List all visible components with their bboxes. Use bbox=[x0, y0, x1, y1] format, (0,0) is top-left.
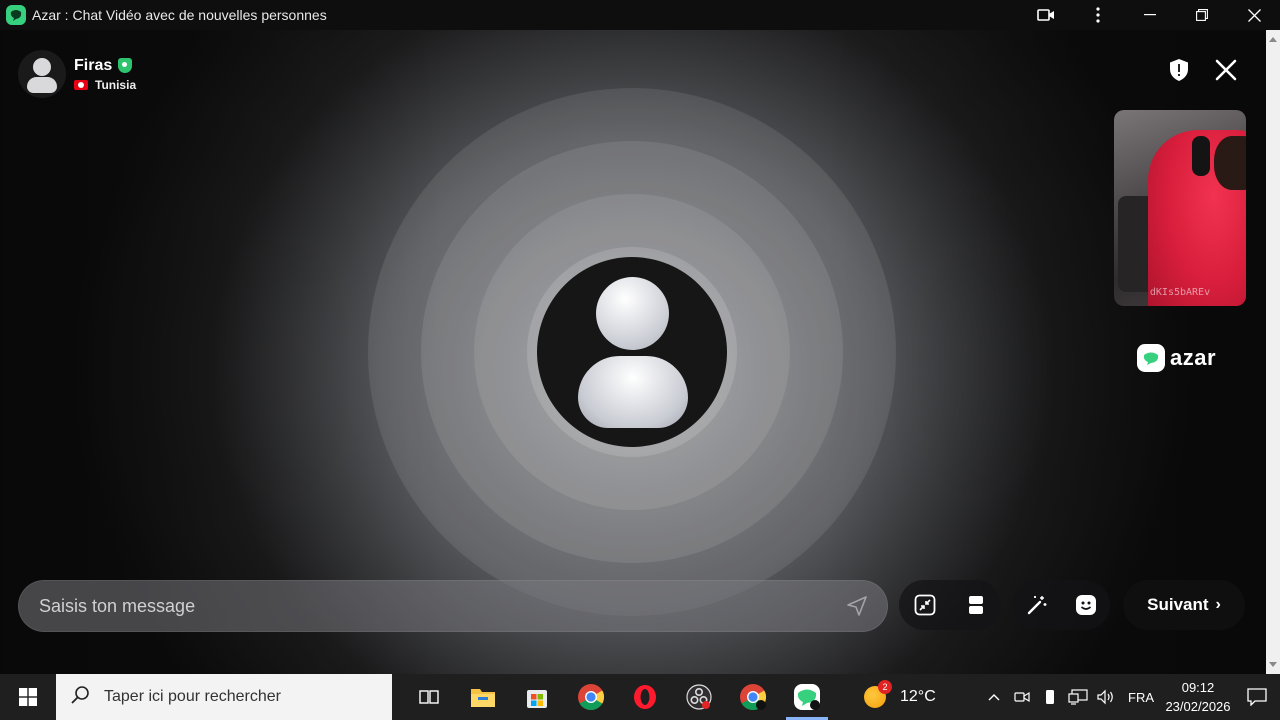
weather-widget[interactable]: 2 12°C bbox=[864, 680, 936, 708]
clock[interactable]: 09:12 23/02/2026 bbox=[1162, 674, 1234, 720]
minimize-button[interactable] bbox=[1124, 0, 1176, 30]
windows-taskbar: Taper ici pour rechercher 2 12°C FRA 09:… bbox=[0, 674, 1280, 720]
layout-split-icon[interactable] bbox=[956, 585, 996, 625]
opera-icon[interactable] bbox=[618, 674, 672, 720]
azar-app-icon bbox=[6, 5, 26, 25]
volume-icon[interactable] bbox=[1092, 674, 1120, 720]
start-button[interactable] bbox=[0, 674, 56, 720]
self-camera-preview[interactable]: dKIs5bAREv bbox=[1114, 110, 1246, 306]
close-call-button[interactable] bbox=[1214, 58, 1238, 87]
window-title: Azar : Chat Vidéo avec de nouvelles pers… bbox=[32, 7, 327, 23]
azar-logo-icon bbox=[1137, 344, 1165, 372]
report-shield-button[interactable] bbox=[1168, 58, 1190, 87]
effects-controls bbox=[1012, 580, 1110, 630]
message-composer bbox=[18, 580, 888, 632]
peer-country: Tunisia bbox=[95, 77, 137, 92]
task-view-icon[interactable] bbox=[402, 674, 456, 720]
chevron-right-icon: › bbox=[1215, 596, 1221, 613]
clock-date: 23/02/2026 bbox=[1165, 699, 1231, 714]
more-options-icon[interactable] bbox=[1072, 0, 1124, 30]
sun-icon: 2 bbox=[864, 680, 892, 708]
peer-placeholder-avatar bbox=[537, 257, 727, 447]
chrome-profile-icon[interactable] bbox=[726, 674, 780, 720]
scroll-up-icon[interactable] bbox=[1269, 37, 1277, 42]
minimize-view-icon[interactable] bbox=[905, 585, 945, 625]
next-button-label: Suivant bbox=[1147, 595, 1209, 614]
notification-icon[interactable] bbox=[1234, 674, 1280, 720]
window-titlebar: Azar : Chat Vidéo avec de nouvelles pers… bbox=[0, 0, 1280, 30]
system-tray: FRA 09:12 23/02/2026 bbox=[980, 674, 1280, 720]
language-indicator[interactable]: FRA bbox=[1120, 674, 1162, 720]
emoji-icon[interactable] bbox=[1066, 585, 1106, 625]
clock-time: 09:12 bbox=[1181, 680, 1215, 695]
meet-now-icon[interactable] bbox=[1008, 674, 1036, 720]
restore-button[interactable] bbox=[1176, 0, 1228, 30]
search-placeholder: Taper ici pour rechercher bbox=[104, 688, 281, 705]
tunisia-flag-icon bbox=[74, 79, 88, 90]
weather-badge: 2 bbox=[878, 680, 892, 694]
device-icon[interactable] bbox=[1036, 674, 1064, 720]
view-controls bbox=[899, 580, 1001, 630]
brand-wordmark: azar bbox=[1170, 345, 1217, 370]
message-input[interactable] bbox=[19, 581, 837, 631]
microsoft-store-icon[interactable] bbox=[510, 674, 564, 720]
verified-shield-icon bbox=[118, 58, 133, 73]
next-button[interactable]: Suivant › bbox=[1123, 580, 1245, 630]
weather-temperature: 12°C bbox=[900, 688, 936, 705]
avatar[interactable] bbox=[18, 50, 66, 98]
file-explorer-icon[interactable] bbox=[456, 674, 510, 720]
scrollbar[interactable] bbox=[1266, 30, 1280, 674]
azar-brand: azar bbox=[1137, 344, 1216, 372]
video-call-icon[interactable] bbox=[1020, 0, 1072, 30]
taskbar-search[interactable]: Taper ici pour rechercher bbox=[56, 674, 392, 720]
video-stage: Firas Tunisia dKIs5bAREv azar bbox=[0, 30, 1266, 674]
chevron-up-icon[interactable] bbox=[980, 674, 1008, 720]
close-window-button[interactable] bbox=[1228, 0, 1280, 30]
send-icon[interactable] bbox=[837, 586, 877, 626]
azar-taskbar-icon[interactable] bbox=[780, 674, 834, 720]
chrome-icon[interactable] bbox=[564, 674, 618, 720]
peer-profile[interactable]: Firas Tunisia bbox=[18, 50, 136, 98]
magic-wand-icon[interactable] bbox=[1017, 585, 1057, 625]
peer-name: Firas bbox=[74, 56, 113, 74]
obs-icon[interactable] bbox=[672, 674, 726, 720]
network-icon[interactable] bbox=[1064, 674, 1092, 720]
scroll-down-icon[interactable] bbox=[1269, 662, 1277, 667]
camera-watermark: dKIs5bAREv bbox=[1149, 287, 1211, 298]
search-icon bbox=[70, 685, 90, 710]
